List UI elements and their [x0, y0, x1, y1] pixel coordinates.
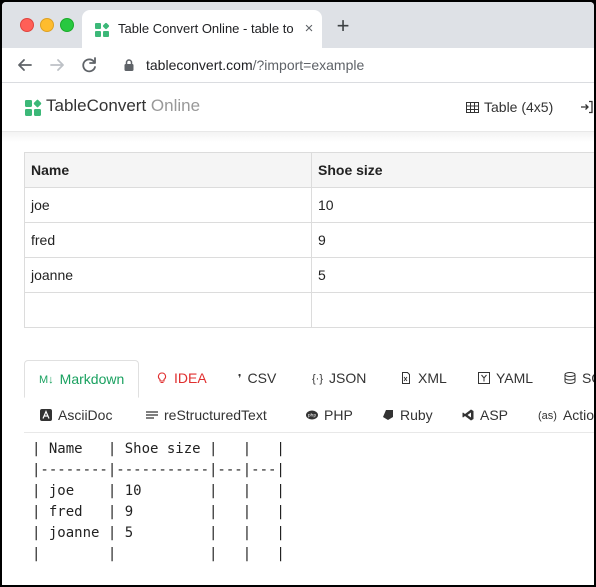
ruby-icon — [383, 410, 393, 420]
table-row: joanne 5 — [24, 257, 594, 293]
content-shadow — [2, 132, 594, 142]
markdown-output[interactable]: | Name | Shoe size | | | |--------|-----… — [32, 439, 592, 565]
tab-label: JSON — [329, 370, 367, 386]
browser-toolbar: tableconvert.com/?import=example — [2, 48, 594, 83]
output-line: | joe | 10 | | | — [32, 483, 285, 499]
database-icon — [564, 372, 576, 384]
tab-label: XML — [418, 370, 447, 386]
tab-ruby[interactable]: Ruby — [382, 398, 433, 432]
output-line: | Name | Shoe size | | | — [32, 441, 285, 457]
tableconvert-logo-icon[interactable] — [24, 99, 42, 117]
table-size-button[interactable]: Table (4x5) — [466, 99, 553, 115]
xml-file-icon — [402, 372, 410, 384]
tab-label: AsciiDoc — [58, 407, 113, 423]
tab-label: Action — [562, 407, 594, 423]
app-header: TableConvert Online Table (4x5) — [2, 83, 594, 132]
brand-subtitle: Online — [150, 96, 201, 115]
tab-restructuredtext[interactable]: reStructuredText — [146, 398, 267, 432]
browser-window: Table Convert Online - table to × + tabl… — [2, 2, 594, 585]
table-header-cell[interactable]: Name — [24, 152, 312, 188]
tab-sql[interactable]: SQ — [564, 360, 594, 396]
tab-label: reStructuredText — [164, 407, 267, 423]
main-content: Name Shoe size joe 10 fred 9 joanne 5 M↓… — [2, 132, 594, 585]
table-cell[interactable]: 9 — [311, 222, 594, 258]
table-row — [24, 292, 594, 328]
tab-yaml[interactable]: YAML — [478, 360, 533, 396]
lock-icon[interactable] — [122, 58, 136, 72]
tab-label: CSV — [247, 370, 277, 386]
actionscript-icon: (as) — [538, 410, 557, 422]
tab-asp[interactable]: ASP — [462, 398, 508, 432]
url-path: /?import=example — [252, 57, 365, 73]
svg-text:php: php — [308, 413, 317, 419]
table-cell[interactable] — [311, 292, 594, 328]
php-icon: php — [306, 410, 318, 420]
asciidoc-icon — [40, 409, 52, 421]
table-cell[interactable]: joe — [24, 187, 312, 223]
output-line: | joanne | 5 | | | — [32, 525, 285, 541]
tab-close-icon[interactable]: × — [300, 20, 318, 38]
table-header-row: Name Shoe size — [24, 152, 594, 188]
data-table: Name Shoe size joe 10 fred 9 joanne 5 — [24, 152, 594, 328]
output-line: |--------|-----------|---|---| — [32, 462, 285, 478]
new-tab-button[interactable]: + — [332, 15, 354, 38]
lightbulb-icon — [157, 372, 167, 384]
brand-name[interactable]: TableConvert Online — [46, 96, 200, 116]
tab-label: IDEA — [174, 370, 207, 386]
tab-markdown[interactable]: M↓ Markdown — [24, 360, 140, 398]
tab-strip: Table Convert Online - table to × + — [2, 2, 594, 48]
table-header-cell[interactable]: Shoe size — [311, 152, 594, 188]
yaml-icon — [478, 372, 490, 384]
minimize-window-button[interactable] — [40, 18, 54, 32]
back-arrow-icon[interactable] — [14, 54, 36, 76]
sign-in-icon[interactable] — [580, 100, 594, 114]
table-cell[interactable]: 5 — [311, 257, 594, 293]
lines-icon — [146, 411, 158, 419]
format-tabs-row-1: M↓ Markdown IDEA ❜ CSV {·} JSON XML YAML SQ — [24, 360, 594, 398]
table-cell[interactable]: fred — [24, 222, 312, 258]
format-tabs-row-2: AsciiDoc reStructuredText php PHP Ruby AS… — [24, 398, 594, 433]
tab-label: SQ — [582, 370, 594, 386]
json-icon: {·} — [312, 373, 324, 385]
address-bar[interactable]: tableconvert.com/?import=example — [110, 51, 590, 79]
tab-label: ASP — [480, 407, 509, 423]
table-row: joe 10 — [24, 187, 594, 223]
markdown-icon: M↓ — [39, 374, 54, 386]
tab-asciidoc[interactable]: AsciiDoc — [40, 398, 112, 432]
brand-title: TableConvert — [46, 96, 147, 115]
output-line: | | | | | — [32, 546, 285, 562]
tab-title: Table Convert Online - table to — [118, 21, 294, 36]
table-cell[interactable] — [24, 292, 312, 328]
output-line: | fred | 9 | | | — [32, 504, 285, 520]
tab-label: YAML — [496, 370, 534, 386]
tab-php[interactable]: php PHP — [306, 398, 353, 432]
visual-studio-icon — [462, 409, 474, 421]
table-icon — [466, 102, 479, 113]
tab-label: Markdown — [59, 371, 125, 387]
url-host: tableconvert.com — [146, 57, 253, 73]
reload-icon[interactable] — [78, 54, 100, 76]
tab-idea[interactable]: IDEA — [156, 360, 207, 396]
browser-tab[interactable]: Table Convert Online - table to × — [82, 10, 322, 48]
table-row: fred 9 — [24, 222, 594, 258]
tableconvert-favicon-icon — [95, 22, 110, 37]
tab-actionscript[interactable]: (as) Action — [538, 398, 594, 432]
csv-icon: ❜ — [238, 373, 242, 385]
tab-xml[interactable]: XML — [400, 360, 447, 396]
tab-label: PHP — [324, 407, 353, 423]
table-cell[interactable]: 10 — [311, 187, 594, 223]
tab-csv[interactable]: ❜ CSV — [238, 360, 276, 396]
table-size-label: Table (4x5) — [484, 99, 554, 115]
tab-label: Ruby — [400, 407, 433, 423]
maximize-window-button[interactable] — [60, 18, 74, 32]
tab-json[interactable]: {·} JSON — [312, 360, 366, 396]
table-cell[interactable]: joanne — [24, 257, 312, 293]
close-window-button[interactable] — [20, 18, 34, 32]
url-text: tableconvert.com/?import=example — [146, 57, 364, 73]
forward-arrow-icon[interactable] — [46, 54, 68, 76]
